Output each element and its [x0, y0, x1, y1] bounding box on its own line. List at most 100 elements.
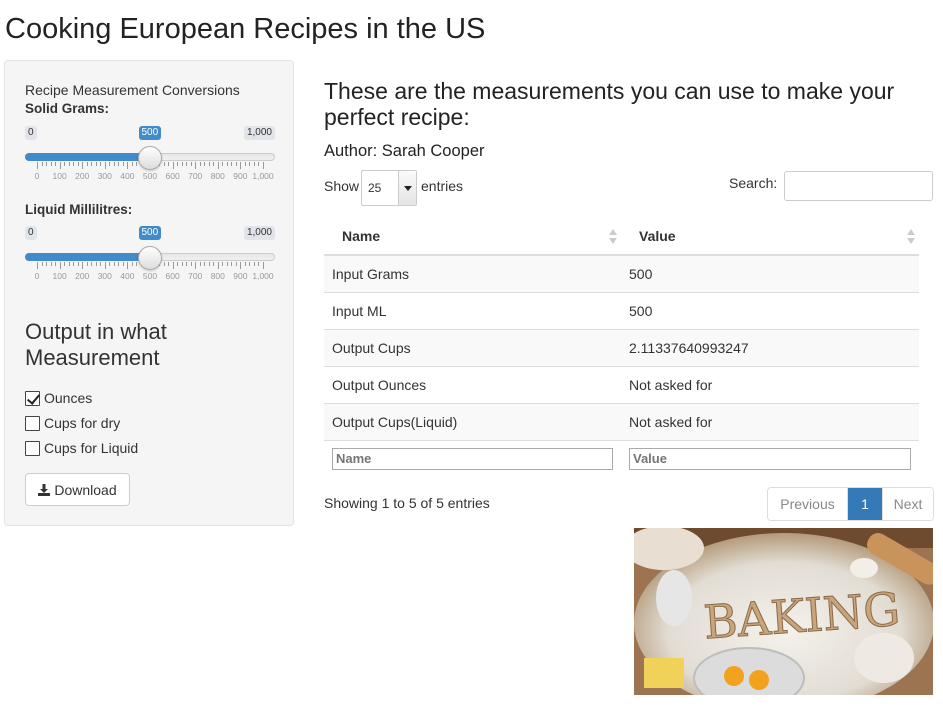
- checkbox-unchecked-icon[interactable]: [25, 415, 40, 431]
- slider-tick-label: 1,000: [252, 171, 274, 181]
- previous-page-button[interactable]: Previous: [768, 488, 848, 520]
- page-1-button[interactable]: 1: [848, 488, 882, 520]
- slider-tick: [127, 162, 129, 169]
- solid-grams-slider[interactable]: 0 1,000 500 0 100 200 300 400 500 600 700 800 900…: [25, 126, 275, 196]
- slider-tick: [100, 162, 102, 166]
- slider-tick-labels: 0 100 200 300 400 500 600 700 800 900 1,000: [25, 271, 275, 283]
- slider-tick: [46, 262, 48, 266]
- checkbox-label: Ounces: [44, 390, 93, 406]
- slider-tick: [37, 262, 38, 269]
- slider-tick: [231, 262, 233, 266]
- solid-grams-label: Solid Grams:: [25, 101, 110, 116]
- slider-tick-label: 300: [97, 171, 112, 181]
- slider-tick-label: 300: [97, 271, 112, 281]
- slider-tick-label: 100: [52, 271, 67, 281]
- dropdown-arrow-icon[interactable]: [398, 171, 416, 205]
- slider-tick: [168, 262, 170, 266]
- search-input[interactable]: [784, 171, 933, 201]
- slider-tick-label: 200: [75, 271, 90, 281]
- slider-tick: [217, 262, 219, 269]
- checkbox-unchecked-icon[interactable]: [25, 440, 40, 456]
- main-heading: These are the measurements you can use t…: [324, 78, 895, 131]
- slider-tick: [217, 162, 219, 169]
- slider-tick: [244, 262, 246, 266]
- table-row[interactable]: Output Cups 2.11337640993247: [324, 328, 919, 366]
- sort-icon[interactable]: [609, 229, 617, 245]
- page-length-select[interactable]: 25: [361, 170, 417, 206]
- slider-tick: [122, 262, 124, 266]
- slider-tick: [253, 162, 255, 166]
- slider-tick: [199, 162, 201, 166]
- slider-tick: [122, 162, 124, 166]
- slider-tick: [199, 262, 201, 266]
- table-cell-value: 500: [621, 291, 919, 329]
- value-filter-cell: [621, 439, 919, 477]
- slider-handle[interactable]: [138, 246, 162, 270]
- slider-tick-label: 400: [120, 271, 135, 281]
- slider-tick: [131, 162, 133, 166]
- slider-tick: [172, 162, 174, 169]
- slider-tick: [244, 162, 246, 166]
- slider-tick: [186, 162, 188, 166]
- author-text: Author: Sarah Cooper: [324, 142, 485, 160]
- table-row[interactable]: Input ML 500: [324, 291, 919, 329]
- slider-min-label: 0: [25, 126, 37, 140]
- slider-tick: [177, 262, 179, 266]
- slider-tick-label: 400: [120, 171, 135, 181]
- table-cell-name: Output Cups: [324, 328, 621, 366]
- pagination: Previous 1 Next: [767, 487, 934, 521]
- liquid-ml-slider[interactable]: 0 1,000 500 0 100 200 300 400 500 600 700 800 900…: [25, 226, 275, 296]
- table-row[interactable]: Input Grams 500: [324, 254, 919, 292]
- slider-tick: [91, 162, 93, 166]
- column-header-name[interactable]: Name: [324, 218, 621, 256]
- slider-tick: [59, 262, 61, 269]
- table-cell-name: Input ML: [324, 291, 621, 329]
- search-label: Search:: [729, 175, 778, 191]
- table-row[interactable]: Output Cups(Liquid) Not asked for: [324, 402, 919, 440]
- baking-image: BAKING: [634, 528, 933, 695]
- slider-tick: [59, 162, 61, 169]
- table-info: Showing 1 to 5 of 5 entries: [324, 495, 490, 511]
- slider-tick: [258, 162, 260, 166]
- slider-tick: [86, 262, 88, 266]
- slider-tick: [77, 262, 79, 266]
- slider-tick: [213, 162, 215, 166]
- column-header-value[interactable]: Value: [621, 218, 919, 256]
- table-cell-name: Input Grams: [324, 254, 621, 292]
- slider-tick: [77, 162, 79, 166]
- slider-tick: [231, 162, 233, 166]
- slider-tick: [204, 162, 206, 166]
- download-button[interactable]: Download: [25, 473, 130, 506]
- sort-icon[interactable]: [907, 229, 915, 245]
- slider-handle[interactable]: [138, 146, 162, 170]
- next-page-button[interactable]: Next: [882, 488, 933, 520]
- table-cell-value: Not asked for: [621, 402, 919, 440]
- checkbox-cups-dry[interactable]: Cups for dry: [25, 414, 120, 432]
- slider-tick: [136, 262, 138, 266]
- checkbox-checked-icon[interactable]: [25, 390, 40, 406]
- slider-fill: [25, 253, 150, 261]
- measurements-table: Name Value Input Grams 500 Input ML 500 …: [324, 218, 919, 477]
- checkbox-ounces[interactable]: Ounces: [25, 389, 92, 407]
- value-filter-input[interactable]: [629, 447, 911, 470]
- table-row[interactable]: Output Ounces Not asked for: [324, 365, 919, 403]
- slider-tick-label: 900: [233, 271, 248, 281]
- slider-min-label: 0: [25, 226, 37, 240]
- slider-tick-label: 0: [34, 271, 40, 281]
- slider-tick: [163, 162, 165, 166]
- name-filter-input[interactable]: [332, 447, 613, 470]
- slider-tick-label: 800: [210, 271, 225, 281]
- slider-tick-label: 800: [210, 171, 225, 181]
- slider-tick: [204, 262, 206, 266]
- slider-tick: [68, 162, 70, 166]
- slider-tick: [64, 262, 66, 266]
- checkbox-cups-liquid[interactable]: Cups for Liquid: [25, 439, 138, 457]
- slider-fill: [25, 153, 150, 161]
- slider-tick: [73, 162, 75, 166]
- slider-tick: [263, 262, 264, 269]
- slider-tick-label: 100: [52, 171, 67, 181]
- checkbox-label: Cups for dry: [44, 415, 121, 431]
- slider-tick: [249, 162, 251, 166]
- slider-tick: [82, 262, 84, 269]
- output-heading: Output in what Measurement: [25, 319, 167, 371]
